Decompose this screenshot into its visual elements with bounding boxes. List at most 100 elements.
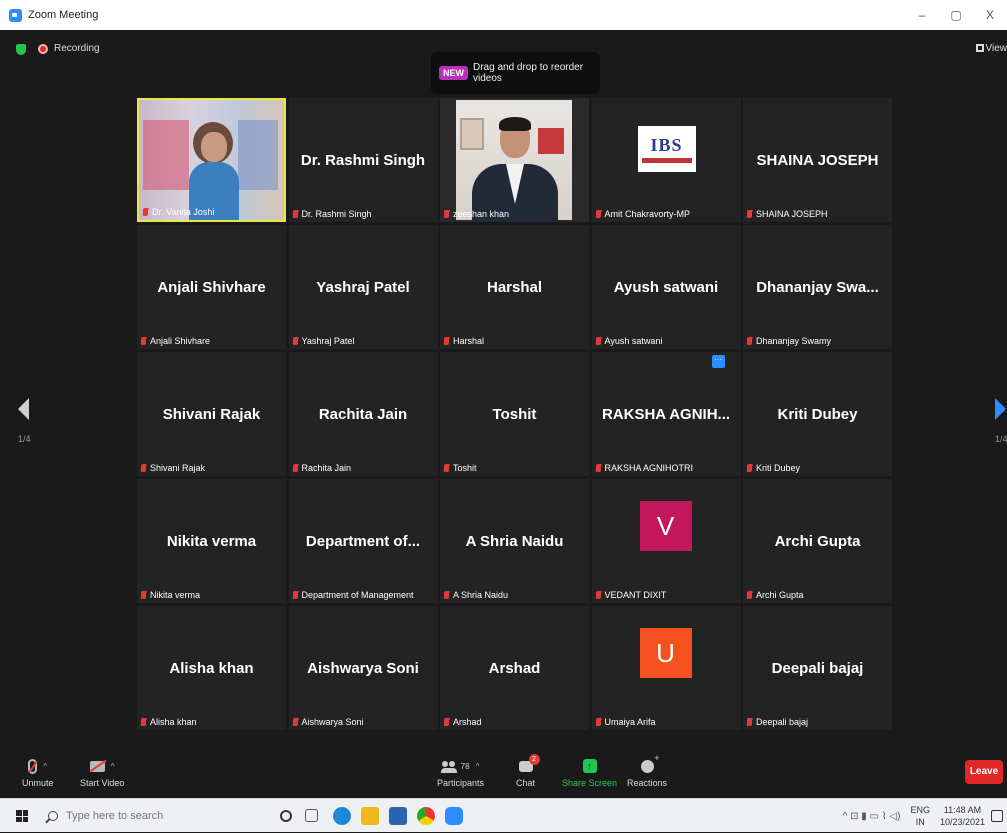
participant-name-label: A Shria Naidu bbox=[444, 590, 508, 600]
zoom-app-icon bbox=[9, 9, 22, 22]
participant-name-label: Yashraj Patel bbox=[293, 336, 355, 346]
clock-date: 10/23/2021 bbox=[940, 817, 985, 827]
participant-tile[interactable]: A Shria NaiduA Shria Naidu bbox=[440, 479, 589, 603]
chrome-icon[interactable] bbox=[417, 807, 435, 825]
window-controls: – ▢ X bbox=[905, 0, 1007, 30]
chat-icon: 2 bbox=[519, 761, 533, 772]
participant-tile[interactable]: Deepali bajajDeepali bajaj bbox=[743, 606, 892, 730]
participant-name-label: Deepali bajaj bbox=[747, 717, 808, 727]
participant-tile[interactable]: Yashraj PatelYashraj Patel bbox=[289, 225, 438, 349]
minimize-button[interactable]: – bbox=[905, 8, 939, 22]
participant-tile[interactable]: Ayush satwaniAyush satwani bbox=[592, 225, 741, 349]
participants-caret-icon[interactable]: ^ bbox=[476, 762, 480, 771]
new-badge: NEW bbox=[439, 66, 468, 80]
participant-name-large: Kriti Dubey bbox=[743, 406, 892, 423]
participant-tile[interactable]: Aishwarya SoniAishwarya Soni bbox=[289, 606, 438, 730]
participant-tile[interactable]: Dhananjay Swa...Dhananjay Swamy bbox=[743, 225, 892, 349]
participant-name-label: Rachita Jain bbox=[293, 463, 352, 473]
participant-tile[interactable]: Alisha khanAlisha khan bbox=[137, 606, 286, 730]
participant-name-large: Dr. Rashmi Singh bbox=[289, 152, 438, 169]
muted-mic-icon bbox=[596, 337, 601, 345]
muted-mic-icon bbox=[444, 591, 449, 599]
system-tray: ^ ⊡ ▮ ▭ ⌇ ◁) ENGIN 11:48 AM10/23/2021 bbox=[843, 799, 1007, 833]
participant-tile[interactable]: Shivani RajakShivani Rajak bbox=[137, 352, 286, 476]
participant-tile[interactable]: Rachita Jain Rachita Jain bbox=[289, 352, 438, 476]
participant-tile[interactable]: Dr. Rashmi Singh Dr. Rashmi Singh bbox=[289, 98, 438, 222]
muted-mic-icon bbox=[747, 591, 752, 599]
grid-view-icon bbox=[976, 44, 984, 52]
muted-mic-icon bbox=[747, 718, 752, 726]
start-video-label: Start Video bbox=[80, 778, 124, 788]
muted-mic-icon bbox=[143, 208, 148, 216]
participant-name-label: RAKSHA AGNIHOTRI bbox=[596, 463, 694, 473]
task-view-icon[interactable] bbox=[305, 809, 318, 822]
share-screen-button[interactable]: ↑ Share Screen bbox=[562, 754, 617, 788]
participants-button[interactable]: 78^ Participants bbox=[437, 754, 484, 788]
participant-tile[interactable]: UUmaiya Arifa bbox=[592, 606, 741, 730]
video-caret-icon[interactable]: ^ bbox=[111, 762, 115, 771]
participant-tile[interactable]: IBSAmit Chakravorty-MP bbox=[592, 98, 741, 222]
view-button[interactable]: View bbox=[976, 43, 1007, 54]
lang-top: ENG bbox=[910, 805, 930, 815]
restore-button[interactable]: ▢ bbox=[939, 8, 973, 22]
start-video-button[interactable]: ^ Start Video bbox=[80, 754, 124, 788]
reactions-label: Reactions bbox=[627, 778, 667, 788]
avatar: V bbox=[640, 501, 692, 551]
reactions-icon bbox=[641, 760, 654, 773]
participant-tile[interactable]: Dr. Vanita Joshi bbox=[137, 98, 286, 222]
mic-caret-icon[interactable]: ^ bbox=[43, 762, 47, 771]
participant-tile[interactable]: HarshalHarshal bbox=[440, 225, 589, 349]
windows-taskbar: ^ ⊡ ▮ ▭ ⌇ ◁) ENGIN 11:48 AM10/23/2021 bbox=[0, 798, 1007, 832]
participant-tile[interactable]: ArshadArshad bbox=[440, 606, 589, 730]
participant-name-label: zeeshan khan bbox=[444, 209, 509, 219]
unmute-button[interactable]: ^ Unmute bbox=[22, 754, 54, 788]
participant-name-label: Arshad bbox=[444, 717, 482, 727]
muted-mic-icon bbox=[293, 591, 298, 599]
cortana-icon[interactable] bbox=[280, 810, 292, 822]
chat-button[interactable]: 2 Chat bbox=[516, 754, 535, 788]
file-explorer-icon[interactable] bbox=[361, 807, 379, 825]
participant-tile[interactable]: SHAINA JOSEPHSHAINA JOSEPH bbox=[743, 98, 892, 222]
participant-name-label: Aishwarya Soni bbox=[293, 717, 364, 727]
meeting-toolbar: ^ Unmute ^ Start Video 78^ Participants … bbox=[0, 748, 1007, 798]
taskbar-clock[interactable]: 11:48 AM10/23/2021 bbox=[940, 804, 985, 828]
muted-mic-icon bbox=[141, 337, 146, 345]
muted-mic-icon bbox=[28, 759, 37, 774]
participant-name-label: VEDANT DIXIT bbox=[596, 590, 667, 600]
participant-name-label: Dr. Rashmi Singh bbox=[293, 209, 372, 219]
participant-tile[interactable]: Anjali ShivhareAnjali Shivhare bbox=[137, 225, 286, 349]
participant-name-label: Department of Management bbox=[293, 590, 414, 600]
participant-tile[interactable]: Archi GuptaArchi Gupta bbox=[743, 479, 892, 603]
windows-start-icon[interactable] bbox=[16, 810, 28, 822]
muted-mic-icon bbox=[141, 718, 146, 726]
taskbar-search-input[interactable] bbox=[66, 810, 246, 822]
share-screen-icon: ↑ bbox=[583, 759, 597, 773]
participant-tile[interactable]: Department of... Department of Management bbox=[289, 479, 438, 603]
reactions-button[interactable]: Reactions bbox=[627, 754, 667, 788]
participant-tile[interactable]: V VEDANT DIXIT bbox=[592, 479, 741, 603]
close-button[interactable]: X bbox=[973, 8, 1007, 22]
participant-name-large: Department of... bbox=[289, 533, 438, 550]
edge-browser-icon[interactable] bbox=[333, 807, 351, 825]
participant-name-label: SHAINA JOSEPH bbox=[747, 209, 828, 219]
language-indicator[interactable]: ENGIN bbox=[910, 804, 930, 828]
participant-tile[interactable]: ToshitToshit bbox=[440, 352, 589, 476]
more-options-icon[interactable]: ··· bbox=[712, 355, 725, 368]
taskbar-search[interactable] bbox=[40, 805, 260, 827]
prev-page-button[interactable]: 1/4 bbox=[18, 398, 31, 444]
leave-button[interactable]: Leave bbox=[965, 760, 1003, 784]
mail-icon[interactable] bbox=[389, 807, 407, 825]
participant-name-large: Rachita Jain bbox=[289, 406, 438, 423]
participant-tile[interactable]: RAKSHA AGNIH...···RAKSHA AGNIHOTRI bbox=[592, 352, 741, 476]
participant-tile[interactable]: Nikita vermaNikita verma bbox=[137, 479, 286, 603]
next-page-button[interactable]: 1/4 bbox=[995, 398, 1007, 444]
participant-tile[interactable]: Kriti DubeyKriti Dubey bbox=[743, 352, 892, 476]
participant-tile[interactable]: zeeshan khan bbox=[440, 98, 589, 222]
recording-label[interactable]: Recording bbox=[54, 43, 100, 54]
participants-label: Participants bbox=[437, 778, 484, 788]
ibs-logo: IBS bbox=[638, 126, 696, 172]
security-shield-icon[interactable] bbox=[16, 44, 26, 55]
zoom-taskbar-icon[interactable] bbox=[445, 807, 463, 825]
tray-icons[interactable]: ^ ⊡ ▮ ▭ ⌇ ◁) bbox=[843, 811, 901, 822]
notification-icon[interactable] bbox=[991, 810, 1003, 822]
